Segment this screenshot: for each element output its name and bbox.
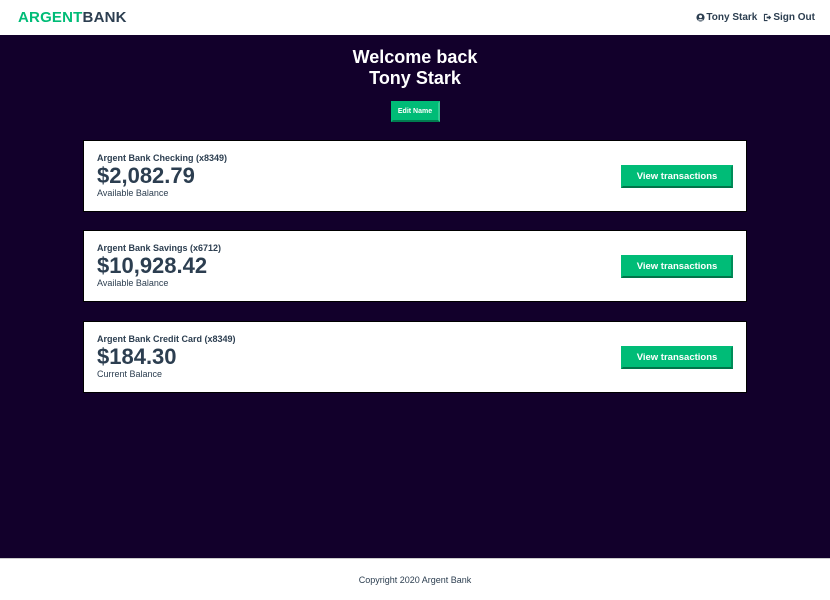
account-balance-description: Current Balance (97, 369, 163, 379)
footer: Copyright 2020 Argent Bank (0, 558, 830, 600)
account-balance-description: Available Balance (97, 188, 169, 198)
main-nav: ARGENT BANK Tony Stark Sign Out (0, 0, 830, 35)
sign-out-icon (764, 13, 772, 22)
account-info: Argent Bank Checking (x8349) $2,082.79 A… (97, 153, 227, 199)
logo-bank-text: BANK (82, 9, 127, 26)
account-info: Argent Bank Savings (x6712) $10,928.42 A… (97, 243, 221, 289)
sign-out-link[interactable]: Sign Out (763, 12, 815, 23)
page-title: Welcome back Tony Stark (0, 47, 830, 89)
welcome-line: Welcome back (352, 47, 478, 67)
nav-links: Tony Stark Sign Out (690, 12, 815, 23)
account-info: Argent Bank Credit Card (x8349) $184.30 … (97, 334, 236, 380)
welcome-header: Welcome back Tony Stark Edit Name (0, 35, 830, 122)
main-content: Welcome back Tony Stark Edit Name Argent… (0, 35, 830, 558)
user-name-label: Tony Stark (706, 12, 758, 23)
account-card: Argent Bank Savings (x6712) $10,928.42 A… (83, 230, 747, 302)
account-amount: $184.30 (97, 344, 177, 369)
user-circle-icon (696, 13, 705, 22)
account-amount: $10,928.42 (97, 253, 208, 278)
sign-out-label: Sign Out (773, 12, 815, 23)
view-transactions-button[interactable]: View transactions (621, 164, 733, 188)
logo-argent-text: ARGENT (18, 9, 83, 26)
copyright-text: Copyright 2020 Argent Bank (358, 574, 472, 585)
account-card: Argent Bank Checking (x8349) $2,082.79 A… (83, 140, 747, 212)
edit-name-button[interactable]: Edit Name (390, 101, 440, 122)
view-transactions-button[interactable]: View transactions (621, 345, 733, 369)
welcome-user-name: Tony Stark (369, 68, 461, 88)
logo-link[interactable]: ARGENT BANK (18, 9, 127, 26)
view-transactions-button[interactable]: View transactions (621, 254, 733, 278)
user-profile-link[interactable]: Tony Stark (696, 12, 757, 23)
account-card: Argent Bank Credit Card (x8349) $184.30 … (83, 321, 747, 393)
account-balance-description: Available Balance (97, 278, 169, 288)
account-amount: $2,082.79 (97, 163, 195, 188)
